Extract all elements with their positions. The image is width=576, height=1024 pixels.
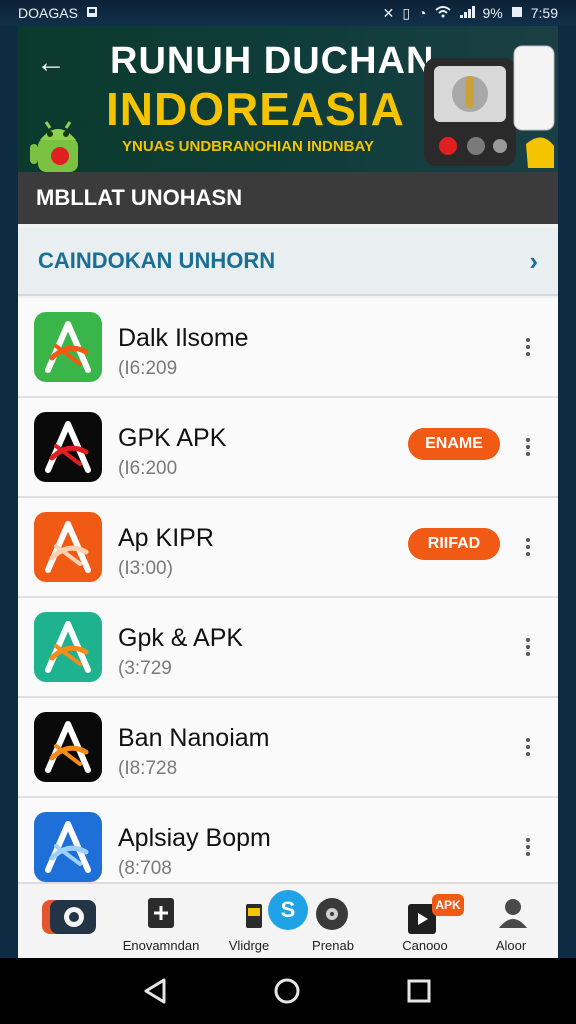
app-meta: (I3:00): [118, 558, 173, 579]
notification-icon: [86, 5, 98, 21]
more-options-icon[interactable]: [514, 632, 542, 662]
app-logo-icon: [34, 612, 102, 682]
app-list-item[interactable]: Dalk Ilsome (I6:209: [18, 298, 558, 398]
app-logo-icon: [34, 512, 102, 582]
app-list: Dalk Ilsome (I6:209 GPK APK (I6:200 ENAM…: [18, 298, 558, 898]
app-meta: (I6:209: [118, 358, 178, 379]
wifi-icon: [434, 5, 451, 21]
app-name: Aplsiay Bopm: [118, 824, 271, 852]
app-logo-icon: [34, 312, 102, 382]
app-action-button[interactable]: ENAME: [408, 428, 500, 460]
app-meta: (8:708: [118, 858, 172, 879]
app-list-item[interactable]: Gpk & APK (3:729: [18, 598, 558, 698]
app-screen: ← RUNUH DUCHAN INDOREASIA YNUAS UNDBRANO…: [18, 26, 558, 958]
nav-item-enovamndan[interactable]: Enovamndan: [116, 884, 206, 958]
banner-subtitle: INDOREASIA: [106, 83, 405, 135]
battery-level: 9%: [482, 5, 503, 21]
nav-label: Vlidrge: [228, 938, 270, 953]
app-name: Gpk & APK: [118, 624, 244, 652]
nav-label: Canooo: [402, 938, 448, 953]
header-banner: ← RUNUH DUCHAN INDOREASIA YNUAS UNDBRANO…: [18, 26, 558, 172]
home-circle-icon[interactable]: [270, 974, 304, 1008]
nav-item-home[interactable]: [20, 884, 110, 958]
app-meta: (I6:200: [118, 458, 178, 479]
app-name: Ban Nanoiam: [118, 724, 270, 752]
category-label: CAINDOKAN UNHORN: [38, 248, 276, 273]
battery-icon: [511, 5, 523, 21]
mute-icon: ✕: [382, 4, 395, 21]
back-arrow-icon[interactable]: ←: [36, 48, 66, 78]
carrier-label: DOAGAS: [18, 5, 78, 21]
app-list-item[interactable]: Ban Nanoiam (I8:728: [18, 698, 558, 798]
disc-icon: [316, 898, 348, 930]
more-options-icon[interactable]: [514, 332, 542, 362]
recents-square-icon[interactable]: [402, 974, 436, 1008]
chevron-right-icon: ›: [529, 245, 538, 276]
banner-tagline: YNUAS UNDBRANOHIAN INDNBAY: [122, 138, 374, 155]
more-options-icon[interactable]: [514, 532, 542, 562]
back-triangle-icon[interactable]: [138, 974, 172, 1008]
more-options-icon[interactable]: [514, 832, 542, 862]
app-logo-icon: [34, 812, 102, 882]
app-name: Dalk Ilsome: [118, 324, 249, 352]
app-logo-icon: [34, 712, 102, 782]
category-row[interactable]: CAINDOKAN UNHORN ›: [18, 228, 558, 296]
more-options-icon[interactable]: [514, 732, 542, 762]
clock: 7:59: [530, 5, 558, 21]
section-header: MBLLAT UNOHASN: [18, 172, 558, 224]
alarm-icon: ◔: [418, 5, 427, 21]
device-illustration-icon: [424, 45, 555, 168]
nav-badge: APK: [432, 894, 464, 916]
file-icon: [246, 904, 262, 928]
nav-item-prenab[interactable]: Prenab: [288, 884, 378, 958]
system-navigation-bar: [0, 958, 576, 1024]
nav-label: Enovamndan: [122, 938, 200, 953]
app-meta: (I8:728: [118, 758, 178, 779]
banner-title: RUNUH DUCHAN: [110, 40, 435, 82]
vibrate-icon: ▯: [402, 4, 411, 21]
more-options-icon[interactable]: [514, 432, 542, 462]
bottom-navigation: Enovamndan Vlidrge S Prenab Canooo APK A…: [18, 882, 558, 958]
status-bar: DOAGAS ✕ ▯ ◔ 9% 7:59: [0, 0, 576, 26]
section-title: MBLLAT UNOHASN: [36, 185, 243, 210]
document-plus-icon: [148, 898, 174, 928]
app-action-button[interactable]: RIIFAD: [408, 528, 500, 560]
signal-icon: [459, 5, 475, 21]
nav-label: Aloor: [495, 938, 527, 953]
nav-item-aloor[interactable]: Aloor: [466, 884, 556, 958]
app-meta: (3:729: [118, 658, 172, 679]
nav-label: Prenab: [312, 938, 354, 953]
app-name: Ap KIPR: [118, 524, 214, 552]
android-mascot-icon: [30, 121, 78, 172]
app-list-item[interactable]: GPK APK (I6:200 ENAME: [18, 398, 558, 498]
app-logo-icon: [34, 412, 102, 482]
camera-lens-icon: [42, 900, 96, 934]
app-list-item[interactable]: Ap KIPR (I3:00) RIIFAD: [18, 498, 558, 598]
user-profile-icon: [499, 899, 527, 928]
app-name: GPK APK: [118, 424, 227, 452]
